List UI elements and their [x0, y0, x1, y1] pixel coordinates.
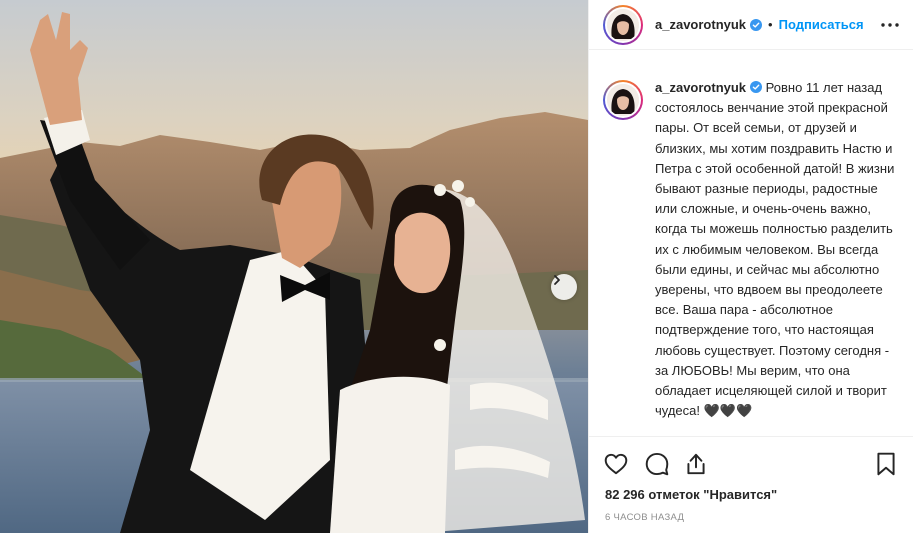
caption-text: Ровно 11 лет назад состоялось венчание э…: [655, 80, 895, 419]
wedding-photo: [0, 0, 588, 533]
more-options-button[interactable]: [880, 15, 900, 35]
caption-username[interactable]: a_zavorotnyuk: [655, 80, 746, 95]
post-caption: a_zavorotnyuk Ровно 11 лет назад состоял…: [603, 78, 903, 421]
avatar-image: [607, 84, 639, 116]
avatar-image: [607, 8, 639, 41]
comment-icon: [645, 452, 669, 476]
follow-button[interactable]: Подписаться: [779, 17, 864, 32]
caption-avatar[interactable]: [603, 80, 643, 120]
save-button[interactable]: [873, 451, 899, 477]
comment-button[interactable]: [644, 451, 670, 477]
header-username[interactable]: a_zavorotnyuk: [655, 17, 746, 32]
post-side-panel: a_zavorotnyuk • Подписаться a_zavorotnyu…: [588, 0, 913, 533]
like-button[interactable]: [603, 451, 629, 477]
share-button[interactable]: [683, 451, 709, 477]
chevron-right-icon: [554, 275, 560, 285]
bookmark-icon: [877, 452, 895, 476]
caption-body: a_zavorotnyuk Ровно 11 лет назад состоял…: [655, 78, 899, 421]
post-image[interactable]: [0, 0, 588, 533]
post-timestamp[interactable]: 6 ЧАСОВ НАЗАД: [605, 512, 684, 523]
heart-icon: [604, 453, 628, 475]
share-icon: [687, 453, 705, 475]
post-header: a_zavorotnyuk • Подписаться: [589, 0, 913, 50]
post-actions: 82 296 отметок "Нравится" 6 ЧАСОВ НАЗАД: [589, 436, 913, 533]
verified-badge-icon: [750, 81, 763, 93]
next-slide-button[interactable]: [551, 274, 577, 300]
likes-count[interactable]: 82 296 отметок "Нравится": [605, 487, 777, 502]
avatar[interactable]: [603, 4, 643, 45]
more-horizontal-icon: [881, 23, 899, 27]
header-separator: •: [768, 17, 773, 32]
verified-badge-icon: [750, 18, 763, 31]
